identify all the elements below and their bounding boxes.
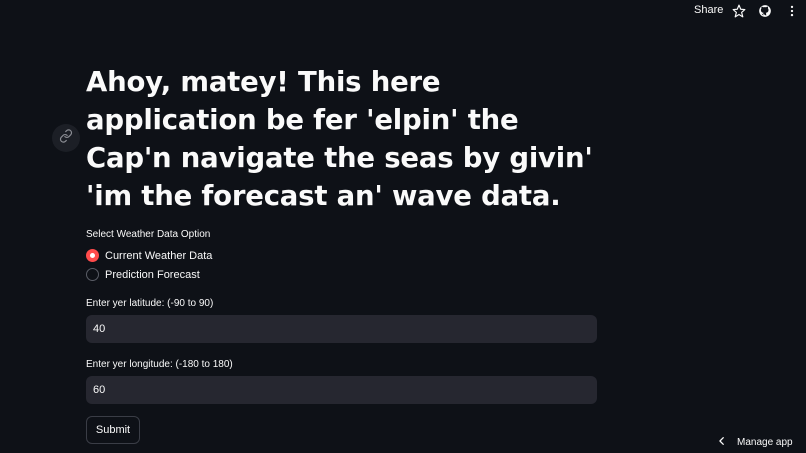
share-button[interactable]: Share [694,4,723,16]
longitude-label: Enter yer longitude: (-180 to 180) [86,359,233,370]
manage-app-button[interactable]: Manage app [717,436,793,449]
latitude-input[interactable] [86,315,597,343]
radio-unselected-icon [86,268,99,281]
longitude-input[interactable] [86,376,597,404]
manage-app-label: Manage app [737,437,793,448]
github-icon[interactable] [757,3,773,19]
chevron-left-icon [717,436,727,449]
radio-prediction-forecast[interactable]: Prediction Forecast [86,268,200,281]
radio-option-label: Current Weather Data [105,249,213,262]
link-anchor-button[interactable] [52,124,80,152]
radio-selected-icon [86,249,99,262]
radio-option-label: Prediction Forecast [105,268,200,281]
submit-button[interactable]: Submit [86,416,140,444]
page-title: Ahoy, matey! This here application be fe… [86,66,593,212]
star-icon[interactable] [731,3,747,19]
weather-option-label: Select Weather Data Option [86,229,211,240]
radio-current-weather[interactable]: Current Weather Data [86,249,212,262]
latitude-label: Enter yer latitude: (-90 to 90) [86,298,214,309]
kebab-menu-icon[interactable] [784,3,800,19]
link-icon [59,128,73,148]
